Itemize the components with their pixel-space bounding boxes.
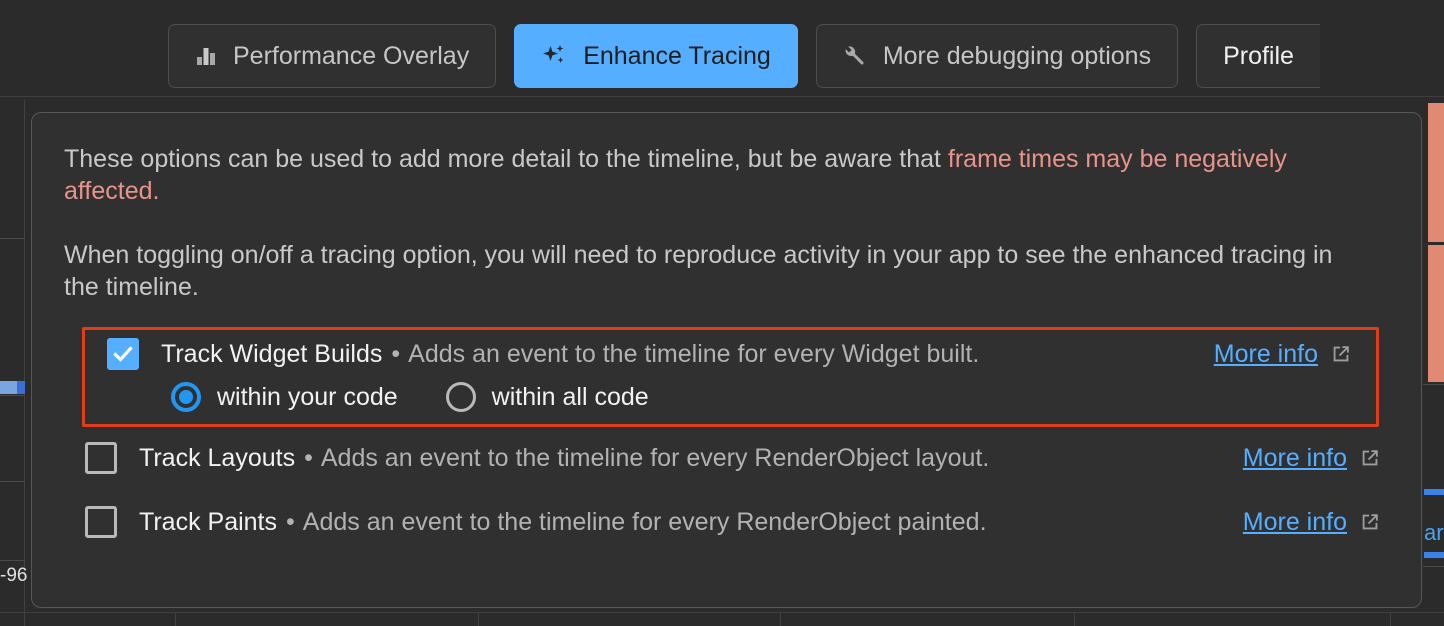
- background-timeline-bar: [1424, 489, 1444, 495]
- external-link-icon: [1362, 514, 1378, 530]
- track-widget-builds-row: Track Widget Builds • Adds an event to t…: [82, 327, 1379, 427]
- performance-overlay-label: Performance Overlay: [233, 41, 470, 70]
- external-link-icon: [1333, 346, 1349, 362]
- more-debugging-options-label: More debugging options: [882, 41, 1152, 70]
- wrench-icon: [843, 44, 867, 68]
- background-timeline-bar: [1428, 103, 1444, 242]
- check-icon: [113, 346, 133, 362]
- background-timeline-bar: [1428, 245, 1444, 382]
- track-paints-checkbox[interactable]: [85, 506, 117, 538]
- tracing-options-list: Track Widget Builds • Adds an event to t…: [64, 327, 1389, 545]
- background-axis-tick: [780, 612, 781, 626]
- within-all-code-label: within all code: [491, 382, 649, 411]
- track-widget-builds-description: Adds an event to the timeline for every …: [408, 339, 980, 368]
- track-layouts-separator: •: [304, 443, 313, 472]
- track-widget-builds-title: Track Widget Builds: [161, 339, 383, 368]
- background-timeline-bar: [0, 381, 17, 394]
- profile-button[interactable]: Profile: [1196, 24, 1320, 88]
- more-info-label: More info: [1242, 443, 1347, 472]
- panel-description-2: When toggling on/off a tracing option, y…: [64, 241, 1333, 301]
- performance-overlay-button[interactable]: Performance Overlay: [168, 24, 497, 88]
- external-link-icon: [1362, 450, 1378, 466]
- track-widget-builds-scope-group: within your code within all code: [85, 378, 1376, 424]
- track-layouts-description: Adds an event to the timeline for every …: [320, 443, 990, 472]
- enhance-tracing-panel: These options can be used to add more de…: [31, 112, 1422, 608]
- track-paints-row: Track Paints • Adds an event to the time…: [64, 499, 1389, 545]
- more-debugging-options-button[interactable]: More debugging options: [815, 24, 1179, 88]
- debug-toolbar: Performance Overlay Enhance Tracing More…: [168, 24, 1320, 88]
- track-paints-more-info-link[interactable]: More info: [1243, 508, 1381, 537]
- track-paints-title: Track Paints: [139, 507, 278, 536]
- background-axis-tick: [1074, 612, 1075, 626]
- track-paints-separator: •: [286, 507, 295, 536]
- enhance-tracing-button[interactable]: Enhance Tracing: [514, 24, 798, 88]
- track-layouts-row: Track Layouts • Adds an event to the tim…: [64, 435, 1389, 481]
- panel-description-1: These options can be used to add more de…: [64, 143, 1369, 207]
- track-layouts-more-info-link[interactable]: More info: [1243, 444, 1381, 473]
- background-row-rule: [1423, 384, 1444, 385]
- background-axis-rule: [0, 612, 1444, 613]
- background-timeline-bar: [1424, 552, 1444, 558]
- track-layouts-checkbox[interactable]: [85, 442, 117, 474]
- panel-description-1-period: .: [152, 177, 160, 205]
- more-info-label: More info: [1242, 507, 1347, 536]
- background-axis-label: -96: [0, 565, 28, 586]
- panel-description-1-text: These options can be used to add more de…: [64, 145, 948, 173]
- more-info-label: More info: [1213, 339, 1318, 368]
- scope-within-your-code[interactable]: within your code: [171, 382, 398, 412]
- background-axis-tick: [478, 612, 479, 626]
- within-all-code-radio[interactable]: [445, 382, 476, 412]
- background-row-rule: [0, 395, 25, 396]
- background-partial-link: ar: [1424, 520, 1444, 545]
- background-row-rule: [0, 560, 25, 561]
- background-axis-tick: [175, 612, 176, 626]
- scope-within-all-code[interactable]: within all code: [445, 382, 649, 412]
- sparkle-icon: [541, 43, 567, 69]
- background-row-rule: [0, 481, 25, 482]
- track-layouts-title: Track Layouts: [139, 443, 296, 472]
- track-widget-builds-separator: •: [391, 339, 401, 368]
- within-your-code-label: within your code: [217, 382, 398, 411]
- background-vertical-rule: [24, 100, 25, 626]
- track-widget-builds-main: Track Widget Builds • Adds an event to t…: [85, 330, 1376, 378]
- track-paints-description: Adds an event to the timeline for every …: [302, 507, 987, 536]
- within-your-code-radio[interactable]: [171, 382, 201, 412]
- profile-label: Profile: [1223, 41, 1294, 70]
- background-timeline-bar: [17, 381, 25, 394]
- background-row-rule: [0, 238, 25, 239]
- background-divider: [0, 96, 1444, 97]
- track-widget-builds-more-info-link[interactable]: More info: [1214, 340, 1352, 369]
- background-axis-tick: [1390, 612, 1391, 626]
- bar-chart-icon: [195, 45, 217, 67]
- background-row-rule: [1423, 566, 1444, 567]
- enhance-tracing-label: Enhance Tracing: [583, 41, 771, 70]
- track-widget-builds-checkbox[interactable]: [107, 338, 139, 370]
